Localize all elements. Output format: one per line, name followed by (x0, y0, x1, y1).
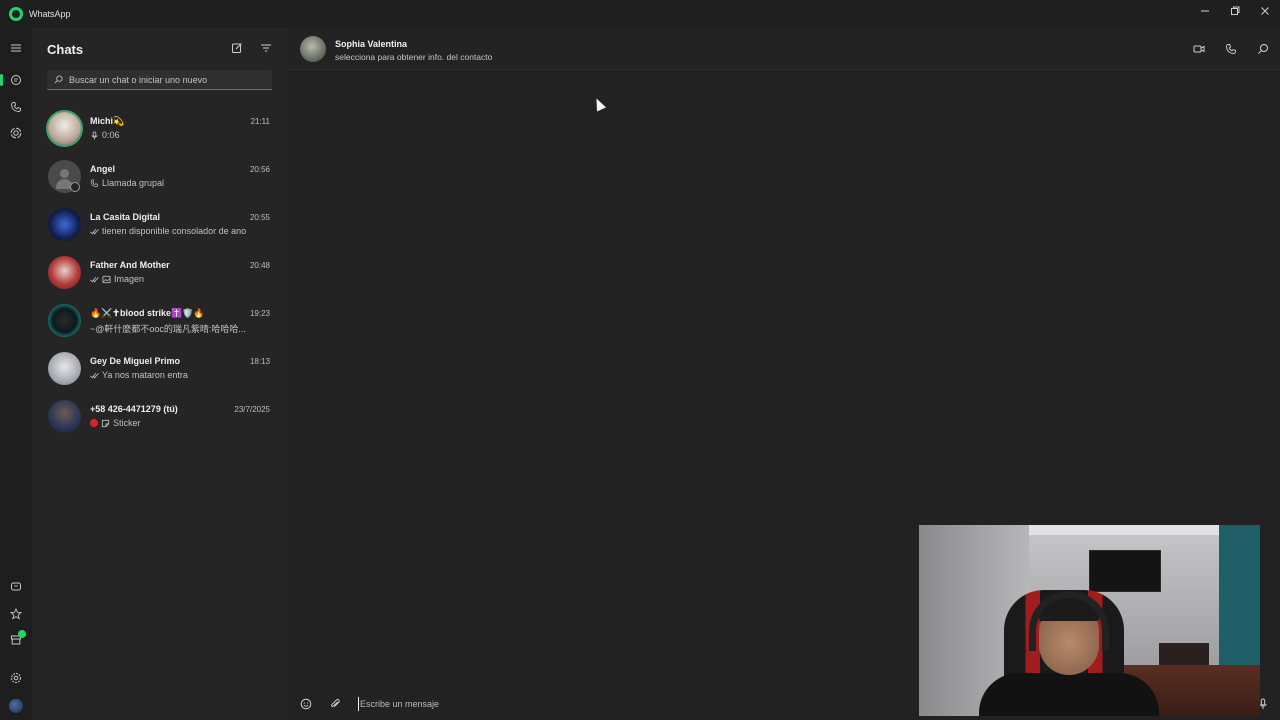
chat-list-item[interactable]: Angel 20:56 Llamada grupal (40, 152, 280, 200)
chat-name: Angel (90, 164, 116, 174)
settings-icon[interactable] (6, 668, 26, 688)
chat-name: La Casita Digital (90, 212, 161, 222)
contact-subtitle: selecciona para obtener info. del contac… (335, 52, 493, 62)
chat-time: 21:11 (250, 117, 270, 126)
chat-preview-text: Sticker (113, 418, 141, 428)
conversation-header[interactable]: Sophia Valentina selecciona para obtener… (288, 28, 1280, 70)
chat-preview: tienen disponible consolador de ano (90, 226, 246, 236)
mouse-cursor-icon (591, 96, 607, 112)
window-controls (1190, 0, 1280, 22)
webcam-table (1159, 643, 1209, 665)
sticker-icon (101, 419, 110, 428)
search-icon (54, 74, 64, 85)
window-title: WhatsApp (29, 9, 71, 19)
video-call-icon[interactable] (1191, 41, 1207, 57)
avatar (48, 304, 81, 337)
meta-ai-icon[interactable] (6, 577, 26, 597)
contact-avatar[interactable] (300, 36, 326, 62)
chat-preview-text: Ya nos mataron entra (102, 370, 188, 380)
community-badge-icon (70, 182, 80, 192)
new-chat-icon[interactable] (229, 40, 245, 56)
chat-name: +58 426-4471279 (tú) (90, 404, 178, 414)
restore-icon[interactable] (1220, 0, 1250, 22)
navigation-rail (0, 28, 32, 720)
profile-avatar[interactable] (9, 699, 23, 713)
attach-icon[interactable] (327, 696, 343, 712)
filter-icon[interactable] (258, 40, 274, 56)
calls-icon[interactable] (6, 97, 26, 117)
contact-name[interactable]: Sophia Valentina (335, 39, 407, 49)
archived-badge (18, 630, 26, 638)
window-titlebar: WhatsApp (0, 0, 1280, 28)
chat-preview: Llamada grupal (90, 178, 164, 188)
emoji-icon[interactable] (298, 696, 314, 712)
group-call-icon (90, 179, 99, 188)
starred-icon[interactable] (6, 604, 26, 624)
chat-list-item[interactable]: Michi💫 21:11 0:06 (40, 104, 280, 152)
webcam-tv (1089, 550, 1161, 592)
chat-preview: ~@軒什麼都不ooc的瑞凡紫晴:哈哈哈... (90, 322, 246, 335)
chat-preview: Ya nos mataron entra (90, 370, 188, 380)
avatar (48, 256, 81, 289)
chat-preview-text: 0:06 (102, 130, 120, 140)
avatar (48, 352, 81, 385)
chat-name: 🔥⚔️✝blood strike✝️🛡️🔥 (90, 308, 205, 318)
whatsapp-logo-icon (9, 7, 23, 21)
webcam-overlay (919, 525, 1260, 716)
avatar (48, 208, 81, 241)
menu-icon[interactable] (6, 38, 26, 58)
chat-name: Gey De Miguel Primo (90, 356, 181, 366)
chat-preview-text: tienen disponible consolador de ano (102, 226, 247, 236)
chat-time: 18:13 (249, 357, 270, 366)
double-check-icon (90, 371, 99, 380)
chat-time: 19:23 (249, 309, 270, 318)
chat-list-item[interactable]: Father And Mother 20:48 Imagen (40, 248, 280, 296)
chat-list-item[interactable]: 🔥⚔️✝blood strike✝️🛡️🔥 19:23 ~@軒什麼都不ooc的瑞… (40, 296, 280, 344)
chat-time: 20:55 (249, 213, 270, 222)
webcam-ceiling (1029, 525, 1219, 535)
search-bar (47, 70, 272, 90)
message-input[interactable] (358, 697, 878, 711)
status-icon[interactable] (6, 123, 26, 143)
search-icon[interactable] (1255, 41, 1271, 57)
chats-icon[interactable] (0, 70, 26, 90)
chat-list: Michi💫 21:11 0:06 Angel 20:56 Llamada gr… (40, 104, 280, 440)
close-icon[interactable] (1250, 0, 1280, 22)
search-input[interactable] (69, 74, 269, 85)
avatar (48, 400, 81, 433)
image-icon (102, 275, 111, 284)
chat-list-item[interactable]: Gey De Miguel Primo 18:13 Ya nos mataron… (40, 344, 280, 392)
chat-preview: 0:06 (90, 130, 120, 140)
chat-preview-text: Llamada grupal (102, 178, 165, 188)
red-heart-icon (90, 419, 98, 427)
double-check-icon (90, 227, 99, 236)
minimize-icon[interactable] (1190, 0, 1220, 22)
sidebar-title: Chats (47, 42, 84, 57)
mic-icon (90, 130, 99, 140)
chat-name: Michi💫 (90, 116, 125, 126)
chat-preview: Imagen (90, 274, 144, 284)
chat-name: Father And Mother (90, 260, 170, 270)
chat-preview-text: ~@軒什麼都不ooc的瑞凡紫晴:哈哈哈... (90, 324, 246, 334)
avatar (48, 112, 81, 145)
chat-time: 20:48 (249, 261, 270, 270)
chat-preview: Sticker (90, 418, 141, 428)
chat-time: 23/7/2025 (234, 405, 270, 414)
chat-list-item[interactable]: +58 426-4471279 (tú) 23/7/2025 Sticker (40, 392, 280, 440)
chat-preview-text: Imagen (114, 274, 145, 284)
voice-call-icon[interactable] (1223, 41, 1239, 57)
archived-icon[interactable] (6, 630, 26, 650)
chat-sidebar: Chats Michi💫 21:11 0:06 Angel 20:56 (32, 28, 288, 720)
chat-list-item[interactable]: La Casita Digital 20:55 tienen disponibl… (40, 200, 280, 248)
double-check-icon (90, 275, 99, 284)
webcam-person-body (979, 673, 1159, 716)
chat-time: 20:56 (249, 165, 270, 174)
